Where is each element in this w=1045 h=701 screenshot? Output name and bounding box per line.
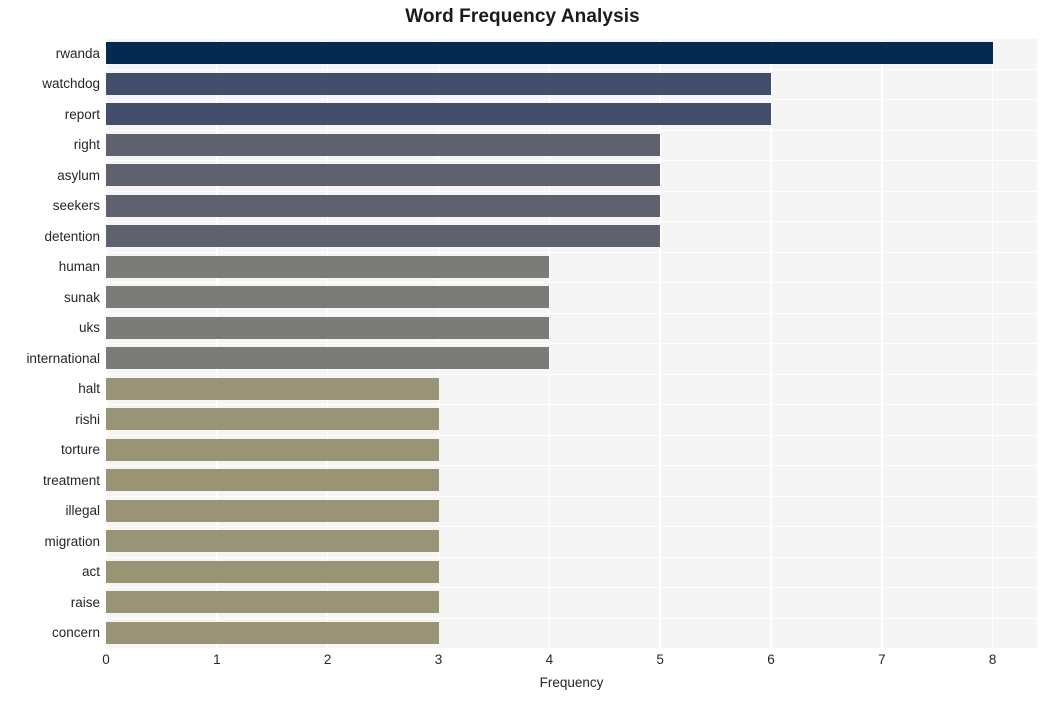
gridline-horizontal	[106, 648, 1037, 650]
gridline-horizontal	[106, 129, 1037, 131]
bar	[106, 42, 993, 65]
gridline-horizontal	[106, 373, 1037, 375]
gridline-horizontal	[106, 495, 1037, 497]
y-axis-tick-label: treatment	[42, 472, 100, 488]
bar	[106, 621, 439, 644]
x-axis-tick-label: 6	[767, 652, 775, 667]
gridline-horizontal	[106, 434, 1037, 436]
x-axis-tick-label: 4	[545, 652, 554, 667]
gridline-horizontal	[106, 99, 1037, 101]
plot-area	[105, 38, 1037, 650]
x-axis-tick-labels: 0 1 2 3 4 5 6 7 8	[0, 652, 1045, 676]
x-axis-tick-label: 3	[434, 652, 443, 667]
bar	[106, 225, 661, 248]
bar	[106, 377, 439, 400]
bar	[106, 591, 439, 614]
x-axis-tick-label: 0	[102, 652, 110, 667]
x-axis-title: Frequency	[539, 675, 604, 690]
bar	[106, 560, 439, 583]
y-axis-tick-label: detention	[44, 228, 100, 244]
x-axis-tick-label: 1	[213, 652, 221, 667]
bar	[106, 499, 439, 522]
y-axis-tick-label: right	[73, 137, 100, 153]
bar	[106, 255, 550, 278]
bar	[106, 530, 439, 553]
bar	[106, 347, 550, 370]
bar	[106, 408, 439, 431]
bar	[106, 469, 439, 492]
gridline-horizontal	[106, 68, 1037, 70]
gridline-horizontal	[106, 343, 1037, 345]
chart-title: Word Frequency Analysis	[405, 6, 640, 27]
word-frequency-chart: Word Frequency Analysis rwanda watchdog re…	[0, 0, 1045, 701]
gridline-horizontal	[106, 282, 1037, 284]
gridline-horizontal	[106, 190, 1037, 192]
y-axis-tick-label: sunak	[63, 289, 100, 305]
bar	[106, 133, 661, 156]
y-axis-tick-label: report	[64, 106, 100, 122]
y-axis-tick-label: migration	[44, 533, 100, 549]
y-axis-tick-label: rwanda	[55, 45, 100, 61]
gridline-horizontal	[106, 160, 1037, 162]
x-axis-tick-label: 2	[323, 652, 332, 667]
y-axis-tick-label: act	[81, 564, 100, 580]
gridline-horizontal	[106, 221, 1037, 223]
x-axis-tick-label: 8	[988, 652, 997, 667]
bar	[106, 438, 439, 461]
y-axis-tick-label: raise	[70, 594, 100, 610]
gridline-horizontal	[106, 251, 1037, 253]
y-axis-tick-label: illegal	[65, 503, 100, 519]
gridline-horizontal	[106, 617, 1037, 619]
y-axis-tick-label: watchdog	[42, 76, 100, 92]
y-axis-tick-label: international	[26, 350, 100, 366]
gridline-horizontal	[106, 587, 1037, 589]
y-axis-tick-label: concern	[51, 625, 100, 641]
bar	[106, 286, 550, 309]
bar	[106, 72, 771, 95]
bar	[106, 194, 661, 217]
gridline-horizontal	[106, 526, 1037, 528]
bar	[106, 164, 661, 187]
x-axis-tick-label: 5	[656, 652, 664, 667]
y-axis-tick-label: uks	[78, 320, 100, 336]
x-axis-tick-label: 7	[878, 652, 886, 667]
y-axis-tick-label: torture	[60, 442, 100, 458]
gridline-horizontal	[106, 556, 1037, 558]
y-axis-tick-label: rishi	[75, 411, 100, 427]
y-axis-tick-label: seekers	[52, 198, 100, 214]
gridline-horizontal	[106, 404, 1037, 406]
y-axis-tick-label: asylum	[57, 167, 100, 183]
bar	[106, 316, 550, 339]
bar	[106, 103, 771, 126]
y-axis-tick-label: human	[58, 259, 100, 275]
gridline-horizontal	[106, 38, 1037, 40]
y-axis-tick-label: halt	[78, 381, 100, 397]
gridline-horizontal	[106, 312, 1037, 314]
y-axis-tick-labels: rwanda watchdog report right asylum seekers de…	[0, 38, 100, 648]
gridline-horizontal	[106, 465, 1037, 467]
